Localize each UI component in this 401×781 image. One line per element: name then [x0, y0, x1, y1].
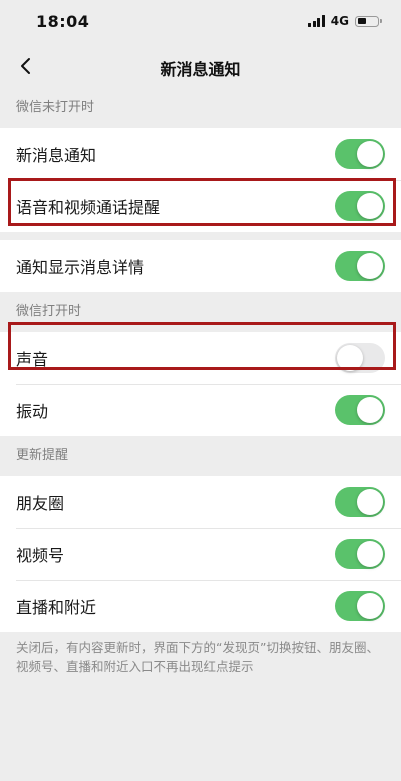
toggle-switch[interactable]: [335, 591, 385, 621]
setting-row: 新消息通知: [0, 128, 401, 180]
status-bar: 18:04 4G: [0, 0, 401, 44]
settings-group: 通知显示消息详情: [0, 240, 401, 292]
nav-bar: 新消息通知: [0, 44, 401, 88]
setting-row: 语音和视频通话提醒: [0, 180, 401, 232]
status-indicators: 4G: [308, 13, 382, 29]
toggle-switch[interactable]: [335, 139, 385, 169]
setting-row: 视频号: [0, 528, 401, 580]
battery-icon: [355, 15, 382, 27]
setting-row: 朋友圈: [0, 476, 401, 528]
toggle-switch[interactable]: [335, 487, 385, 517]
settings-group: 朋友圈 视频号 直播和附近: [0, 476, 401, 632]
footnote-text: 关闭后，有内容更新时，界面下方的“发现页”切换按钮、朋友圈、视频号、直播和附近入…: [16, 640, 379, 674]
toggle-switch[interactable]: [335, 343, 385, 373]
page-title: 新消息通知: [160, 60, 241, 79]
toggle-switch[interactable]: [335, 539, 385, 569]
signal-icon: [308, 15, 325, 27]
toggle-switch[interactable]: [335, 251, 385, 281]
section-header-update-reminder: 更新提醒: [16, 448, 69, 463]
section-header-wechat-closed: 微信未打开时: [16, 100, 95, 115]
setting-row: 声音: [0, 332, 401, 384]
setting-label: 语音和视频通话提醒: [16, 198, 161, 217]
settings-group: 新消息通知 语音和视频通话提醒: [0, 128, 401, 232]
setting-label: 声音: [16, 350, 49, 369]
setting-row: 振动: [0, 384, 401, 436]
toggle-switch[interactable]: [335, 395, 385, 425]
status-time: 18:04: [36, 12, 90, 31]
setting-label: 直播和附近: [16, 598, 97, 617]
setting-label: 新消息通知: [16, 146, 97, 165]
setting-row: 直播和附近: [0, 580, 401, 632]
setting-label: 通知显示消息详情: [16, 258, 145, 277]
settings-list: 微信未打开时 新消息通知 语音和视频通话提醒 通知显示消息详情 微信打开时 声音…: [0, 88, 401, 676]
setting-label: 朋友圈: [16, 494, 65, 513]
network-type: 4G: [330, 14, 349, 28]
toggle-switch[interactable]: [335, 191, 385, 221]
setting-label: 视频号: [16, 546, 65, 565]
section-header-wechat-open: 微信打开时: [16, 304, 82, 319]
setting-label: 振动: [16, 402, 49, 421]
settings-group: 声音 振动: [0, 332, 401, 436]
setting-row: 通知显示消息详情: [0, 240, 401, 292]
